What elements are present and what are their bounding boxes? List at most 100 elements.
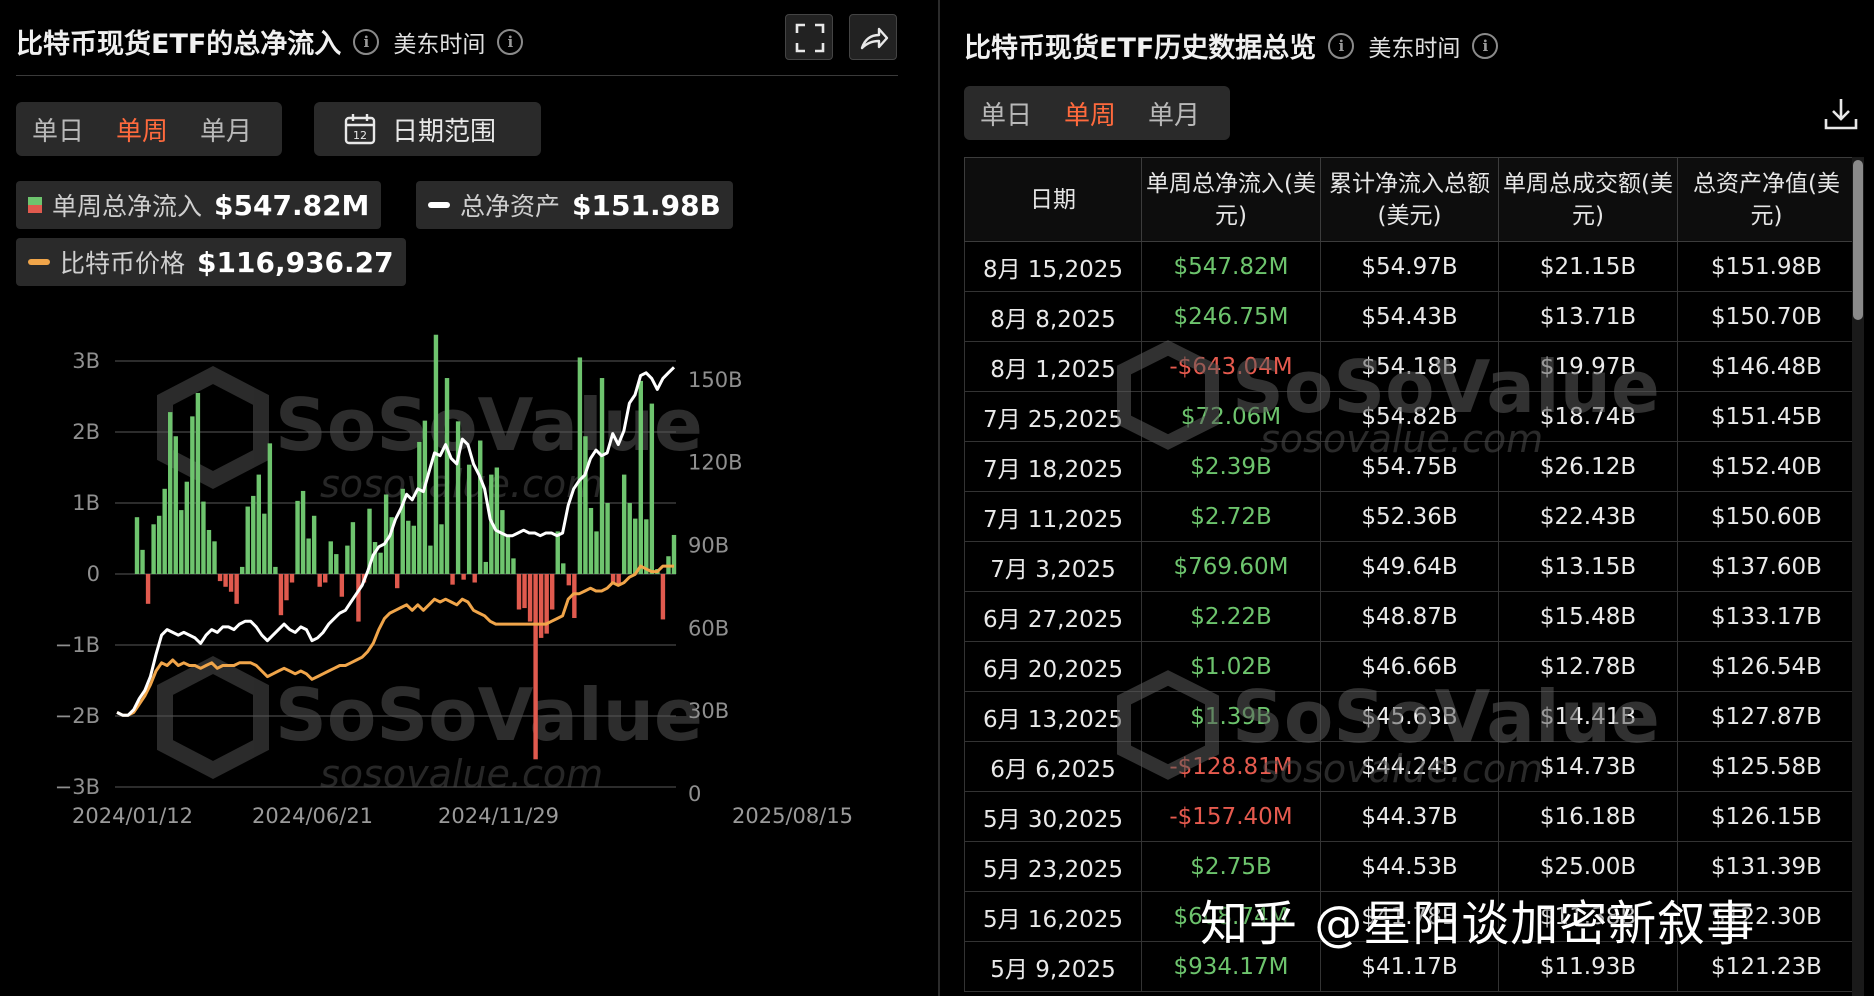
flow-bar[interactable] xyxy=(339,574,345,597)
flow-bar[interactable] xyxy=(621,474,627,574)
flow-bar[interactable] xyxy=(383,494,389,574)
flow-bar[interactable] xyxy=(588,507,594,574)
flow-bar[interactable] xyxy=(522,574,527,609)
flow-bar[interactable] xyxy=(550,574,555,610)
flow-bar[interactable] xyxy=(649,403,655,574)
flow-bar[interactable] xyxy=(228,574,234,592)
flow-bar[interactable] xyxy=(306,538,311,575)
flow-bar[interactable] xyxy=(461,574,466,580)
col-header-volume[interactable]: 单周总成交额(美元) xyxy=(1498,157,1678,242)
flow-bar[interactable] xyxy=(466,464,472,574)
flow-bar[interactable] xyxy=(644,519,649,574)
flow-bar[interactable] xyxy=(162,488,167,574)
flow-bar[interactable] xyxy=(190,416,195,574)
download-icon[interactable] xyxy=(1822,95,1860,133)
flow-bar[interactable] xyxy=(289,574,295,583)
table-row[interactable]: 6月 27,2025 $2.22B $48.87B $15.48B $133.17B xyxy=(964,591,1856,642)
table-row[interactable]: 8月 1,2025 -$643.04M $54.18B $19.97B $146.48B xyxy=(964,341,1856,392)
flow-bar[interactable] xyxy=(478,440,483,574)
legend-net-assets[interactable]: 总净资产 $151.98B xyxy=(416,181,733,229)
flow-bar[interactable] xyxy=(350,522,356,574)
table-row[interactable]: 6月 6,2025 -$128.81M $44.24B $14.73B $125.58B xyxy=(964,741,1856,792)
flow-bar[interactable] xyxy=(511,558,516,574)
flow-bar[interactable] xyxy=(561,563,566,574)
flow-bar[interactable] xyxy=(533,574,538,760)
flow-bar[interactable] xyxy=(633,518,638,574)
flow-bar[interactable] xyxy=(284,574,289,601)
flow-bar[interactable] xyxy=(411,525,417,574)
fullscreen-button[interactable] xyxy=(785,14,833,60)
flow-bar[interactable] xyxy=(134,517,140,574)
col-header-nav[interactable]: 总资产净值(美元) xyxy=(1677,157,1856,242)
tab-daily[interactable]: 单日 xyxy=(16,111,100,148)
flow-bar[interactable] xyxy=(594,531,599,574)
timezone-info-icon[interactable]: i xyxy=(497,28,524,55)
flow-bar[interactable] xyxy=(212,541,217,574)
flow-bar[interactable] xyxy=(472,574,477,583)
flow-bar[interactable] xyxy=(179,510,184,574)
flow-bar[interactable] xyxy=(239,566,245,574)
flow-bar[interactable] xyxy=(251,495,256,574)
date-range-button[interactable]: 12 日期范围 xyxy=(314,102,541,156)
flow-bar[interactable] xyxy=(538,574,544,638)
flow-bar[interactable] xyxy=(278,574,284,616)
flow-bar[interactable] xyxy=(168,412,173,574)
flow-bar[interactable] xyxy=(345,545,350,574)
table-row[interactable]: 7月 25,2025 $72.06M $54.82B $18.74B $151.45B xyxy=(964,391,1856,442)
flow-bar[interactable] xyxy=(527,574,533,622)
col-header-weekly-flow[interactable]: 单周总净流入(美元) xyxy=(1141,157,1321,242)
flow-bar[interactable] xyxy=(151,524,156,574)
flow-bar[interactable] xyxy=(378,552,383,574)
table-row[interactable]: 6月 20,2025 $1.02B $46.66B $12.78B $126.54B xyxy=(964,641,1856,692)
flow-bar[interactable] xyxy=(245,506,250,574)
col-header-cumulative[interactable]: 累计净流入总额(美元) xyxy=(1320,157,1499,242)
flow-bar[interactable] xyxy=(300,490,306,574)
legend-weekly-flow[interactable]: 单周总净流入 $547.82M xyxy=(16,181,382,229)
table-row[interactable]: 7月 18,2025 $2.39B $54.75B $26.12B $152.40B xyxy=(964,441,1856,492)
tab-monthly[interactable]: 单月 xyxy=(184,111,268,148)
table-timezone-info-icon[interactable]: i xyxy=(1472,32,1499,59)
share-button[interactable] xyxy=(849,14,897,60)
flow-bar[interactable] xyxy=(439,524,444,574)
flow-bar[interactable] xyxy=(638,380,643,574)
info-icon[interactable]: i xyxy=(353,28,380,55)
flow-bar[interactable] xyxy=(334,554,339,574)
flow-bar[interactable] xyxy=(217,574,223,582)
flow-bar[interactable] xyxy=(483,561,488,574)
flow-bar[interactable] xyxy=(223,574,228,587)
flow-bar[interactable] xyxy=(273,566,278,574)
flow-bar[interactable] xyxy=(577,357,583,574)
flow-bar[interactable] xyxy=(417,441,422,574)
flow-bar[interactable] xyxy=(394,574,400,589)
table-row[interactable]: 7月 11,2025 $2.72B $52.36B $22.43B $150.60B xyxy=(964,491,1856,542)
flow-bar[interactable] xyxy=(599,378,605,574)
flow-bar[interactable] xyxy=(406,520,411,574)
table-info-icon[interactable]: i xyxy=(1328,32,1355,59)
flow-bar[interactable] xyxy=(660,574,666,620)
flow-bar[interactable] xyxy=(195,392,201,574)
table-scrollbar-thumb[interactable] xyxy=(1853,160,1863,320)
flow-bar[interactable] xyxy=(262,513,267,574)
flow-bar[interactable] xyxy=(317,574,322,587)
flow-bar[interactable] xyxy=(267,443,273,574)
table-row[interactable]: 7月 3,2025 $769.60M $49.64B $13.15B $137.60B xyxy=(964,541,1856,592)
table-tab-daily[interactable]: 单日 xyxy=(964,95,1048,132)
flow-bar[interactable] xyxy=(583,436,588,574)
flow-bar[interactable] xyxy=(140,549,145,574)
flow-bar[interactable] xyxy=(444,378,450,574)
flow-bar[interactable] xyxy=(356,574,361,622)
table-row[interactable]: 8月 8,2025 $246.75M $54.43B $13.71B $150.70B xyxy=(964,291,1856,342)
flow-bar[interactable] xyxy=(295,500,300,574)
flow-bar[interactable] xyxy=(428,545,433,574)
flow-bar[interactable] xyxy=(311,515,317,574)
flow-bar[interactable] xyxy=(201,501,206,574)
flow-bar[interactable] xyxy=(422,420,428,574)
table-tab-weekly[interactable]: 单周 xyxy=(1048,95,1132,132)
flow-bar[interactable] xyxy=(500,510,505,574)
flow-bar[interactable] xyxy=(605,503,610,574)
flow-bar[interactable] xyxy=(328,541,333,574)
flow-bar[interactable] xyxy=(173,436,178,574)
col-header-date[interactable]: 日期 xyxy=(964,157,1142,242)
flow-bar[interactable] xyxy=(555,531,560,574)
legend-btc-price[interactable]: 比特币价格 $116,936.27 xyxy=(16,238,406,286)
